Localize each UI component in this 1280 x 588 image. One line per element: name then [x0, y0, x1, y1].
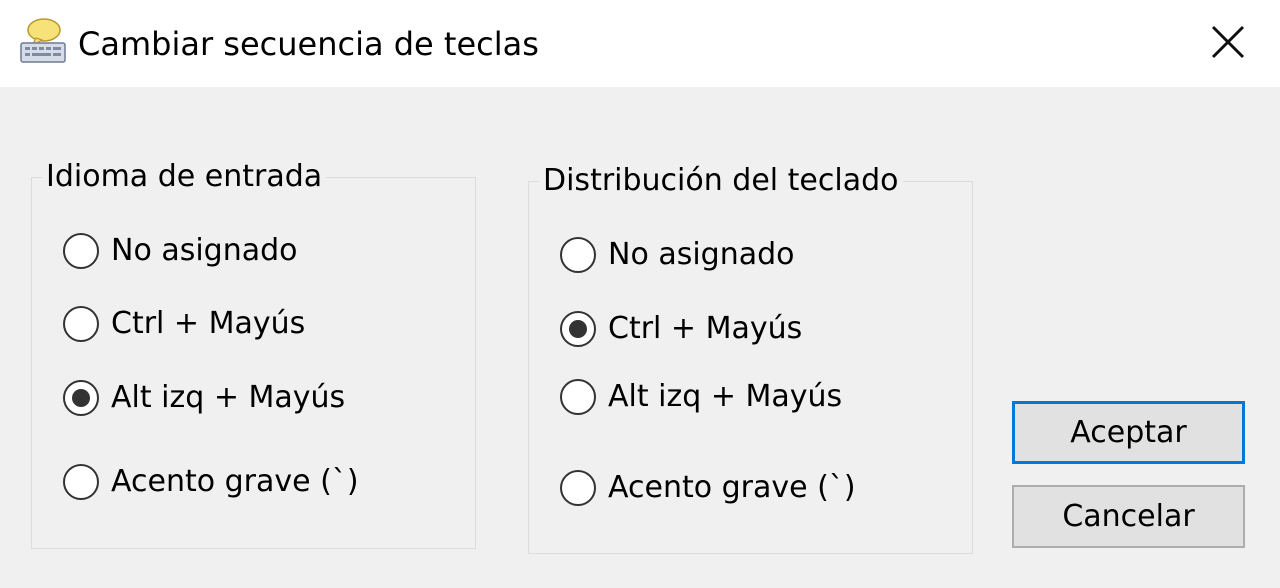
ok-button[interactable]: Aceptar	[1012, 401, 1245, 464]
keyboard-layout-option-grave-accent[interactable]: Acento grave (`)	[560, 466, 856, 510]
radio-label: Acento grave (`)	[111, 464, 359, 499]
keyboard-layout-group: Distribución del teclado No asignado Ctr…	[528, 163, 973, 554]
keyboard-layout-option-none[interactable]: No asignado	[560, 233, 795, 277]
cancel-button[interactable]: Cancelar	[1012, 485, 1245, 548]
radio-button-selected[interactable]	[560, 311, 596, 347]
input-language-option-ctrl-shift[interactable]: Ctrl + Mayús	[63, 302, 305, 346]
radio-button[interactable]	[560, 379, 596, 415]
radio-label: No asignado	[608, 237, 795, 272]
title-bar: Cambiar secuencia de teclas	[0, 0, 1280, 87]
radio-button[interactable]	[63, 233, 99, 269]
input-language-option-none[interactable]: No asignado	[63, 229, 298, 273]
radio-label: No asignado	[111, 233, 298, 268]
radio-button[interactable]	[63, 306, 99, 342]
input-language-option-left-alt-shift[interactable]: Alt izq + Mayús	[63, 376, 345, 420]
radio-label: Ctrl + Mayús	[111, 306, 306, 341]
input-language-group-legend: Idioma de entrada	[42, 159, 327, 195]
radio-label: Acento grave (`)	[608, 470, 856, 505]
input-language-group: Idioma de entrada No asignado Ctrl + May…	[31, 159, 476, 549]
keyboard-layout-option-ctrl-shift[interactable]: Ctrl + Mayús	[560, 307, 802, 351]
radio-label: Ctrl + Mayús	[608, 311, 803, 346]
keyboard-speech-bubble-icon	[18, 16, 68, 66]
radio-button[interactable]	[560, 237, 596, 273]
keyboard-layout-option-left-alt-shift[interactable]: Alt izq + Mayús	[560, 375, 842, 419]
radio-label: Alt izq + Mayús	[111, 380, 346, 415]
close-icon	[1211, 25, 1245, 59]
radio-button-selected[interactable]	[63, 380, 99, 416]
radio-label: Alt izq + Mayús	[608, 379, 843, 414]
window-title: Cambiar secuencia de teclas	[78, 25, 539, 63]
keyboard-layout-group-legend: Distribución del teclado	[539, 163, 903, 199]
input-language-option-grave-accent[interactable]: Acento grave (`)	[63, 460, 359, 504]
close-button[interactable]	[1200, 14, 1256, 70]
radio-button[interactable]	[560, 470, 596, 506]
radio-button[interactable]	[63, 464, 99, 500]
